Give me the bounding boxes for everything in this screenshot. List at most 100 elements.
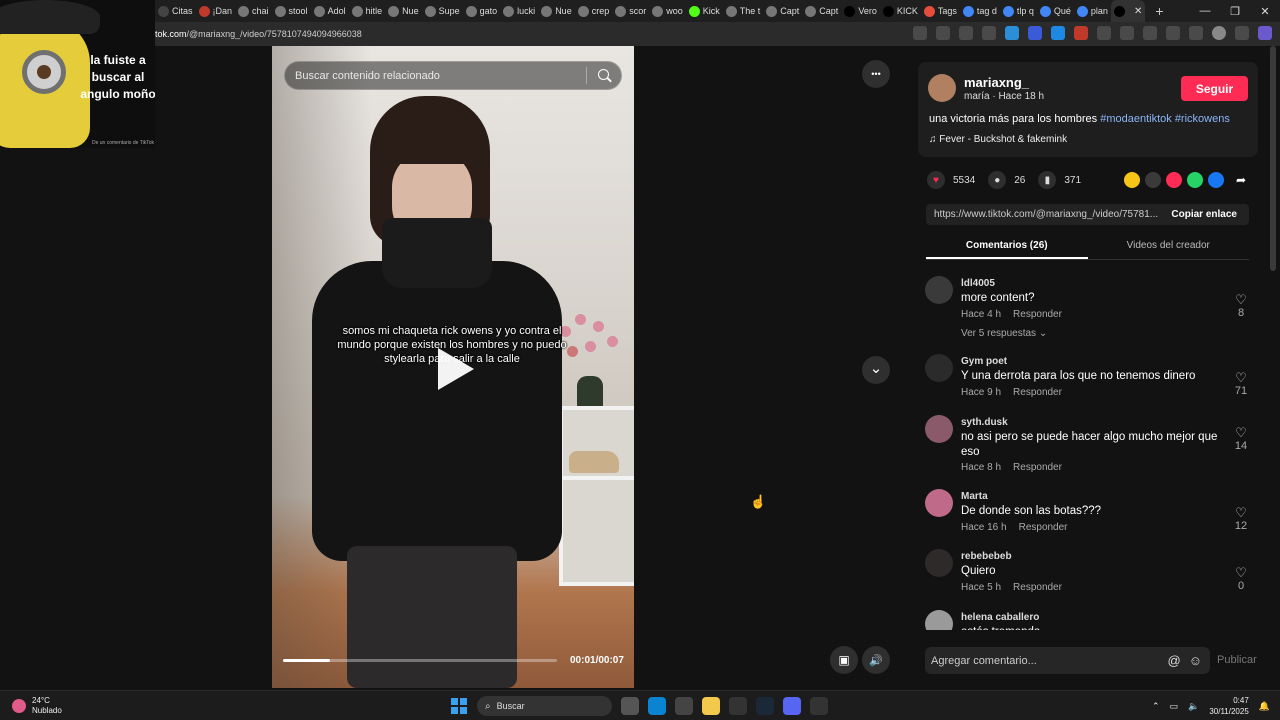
browser-tab[interactable]: ¡Dan xyxy=(196,0,236,22)
more-options-button[interactable]: ••• xyxy=(862,60,890,88)
favorites-icon[interactable] xyxy=(1166,26,1180,40)
commenter-avatar[interactable] xyxy=(925,489,953,517)
extension-icon[interactable] xyxy=(1051,26,1065,40)
volume-icon[interactable]: 🔈 xyxy=(1188,701,1199,712)
copy-link-button[interactable]: Copiar enlace xyxy=(1171,209,1249,220)
browser-tab[interactable]: The t xyxy=(723,0,764,22)
taskbar-search[interactable]: ⌕ Buscar xyxy=(477,696,612,716)
browser-tab[interactable]: Nue xyxy=(385,0,422,22)
url-text[interactable]: tok.com/@mariaxng_/video/757810749409496… xyxy=(155,29,362,39)
extension-icon[interactable] xyxy=(1005,26,1019,40)
extension-icon[interactable] xyxy=(1143,26,1157,40)
browser-tab[interactable]: plan xyxy=(1074,0,1111,22)
video-player[interactable]: somos mi chaqueta rick owens y yo contra… xyxy=(272,46,634,688)
music-link[interactable]: ♫ Fever - Buckshot & fakemink xyxy=(929,134,1067,145)
browser-tab[interactable]: gato xyxy=(463,0,501,22)
commenter-avatar[interactable] xyxy=(925,610,953,630)
share-option-icon[interactable] xyxy=(1124,172,1140,188)
commenter-name[interactable]: ldl4005 xyxy=(961,278,995,289)
tab-comments[interactable]: Comentarios (26) xyxy=(926,236,1088,259)
taskbar-app-icon[interactable] xyxy=(621,697,639,715)
network-icon[interactable]: ▭ xyxy=(1170,701,1179,712)
commenter-avatar[interactable] xyxy=(925,276,953,304)
zoom-icon[interactable] xyxy=(959,26,973,40)
browser-tab[interactable]: Adol xyxy=(311,0,349,22)
extension-icon[interactable] xyxy=(1097,26,1111,40)
active-browser-tab[interactable]: ✕ xyxy=(1110,0,1146,22)
profile-avatar[interactable] xyxy=(1212,26,1226,40)
browser-tab[interactable]: stool xyxy=(272,0,311,22)
save-button[interactable]: ▮ xyxy=(1038,171,1057,189)
picture-in-picture-button[interactable]: ▣ xyxy=(830,646,858,674)
browser-tab[interactable]: lucki xyxy=(500,0,538,22)
taskbar-app-icon[interactable] xyxy=(729,697,747,715)
panel-scrollbar[interactable] xyxy=(1270,46,1276,271)
address-bar[interactable]: tok.com/@mariaxng_/video/757810749409496… xyxy=(155,22,1280,46)
browser-tab[interactable]: chai xyxy=(235,0,272,22)
minimize-button[interactable]: — xyxy=(1190,5,1220,17)
reply-button[interactable]: Responder xyxy=(1013,387,1062,398)
clock[interactable]: 0:47 30/11/2025 xyxy=(1209,695,1248,717)
commenter-name[interactable]: rebebebeb xyxy=(961,551,1012,562)
commenter-name[interactable]: helena caballero xyxy=(961,612,1039,623)
browser-tab[interactable]: Qué xyxy=(1037,0,1074,22)
view-replies-button[interactable]: Ver 5 respuestas ⌄ xyxy=(961,328,1047,339)
commenter-avatar[interactable] xyxy=(925,549,953,577)
tab-creator-videos[interactable]: Videos del creador xyxy=(1088,236,1250,259)
share-option-icon[interactable] xyxy=(1187,172,1203,188)
browser-tab[interactable]: tag d xyxy=(960,0,1000,22)
comment-button[interactable]: ● xyxy=(988,171,1007,189)
browser-tab[interactable]: Nue xyxy=(538,0,575,22)
browser-tab[interactable]: Supe xyxy=(422,0,463,22)
comment-like-icon[interactable]: ♡ xyxy=(1234,370,1248,385)
related-search-placeholder[interactable]: Buscar contenido relacionado xyxy=(285,70,586,82)
comment-like-icon[interactable]: ♡ xyxy=(1234,292,1248,307)
share-option-icon[interactable] xyxy=(1166,172,1182,188)
browser-tab[interactable]: hitle xyxy=(349,0,386,22)
browser-tab[interactable]: Kick xyxy=(686,0,723,22)
notification-bell-icon[interactable]: 🔔 xyxy=(1259,701,1270,712)
extension-icon[interactable] xyxy=(1074,26,1088,40)
like-button[interactable]: ♥ xyxy=(927,171,945,189)
video-progress-bar[interactable] xyxy=(283,659,557,662)
reply-button[interactable]: Responder xyxy=(1013,462,1062,473)
browser-tab[interactable]: tlp q xyxy=(1000,0,1037,22)
menu-icon[interactable] xyxy=(1235,26,1249,40)
next-video-button[interactable]: ⌄ xyxy=(862,356,890,384)
puzzle-icon[interactable] xyxy=(1120,26,1134,40)
commenter-name[interactable]: syth.dusk xyxy=(961,417,1008,428)
chevron-up-icon[interactable]: ⌃ xyxy=(1152,701,1160,712)
publish-button[interactable]: Publicar xyxy=(1217,654,1257,666)
comment-like-icon[interactable]: ♡ xyxy=(1234,425,1248,440)
extension-icon[interactable] xyxy=(1028,26,1042,40)
collections-icon[interactable] xyxy=(1189,26,1203,40)
commenter-avatar[interactable] xyxy=(925,354,953,382)
comment-input[interactable]: Agregar comentario... @ ☺ xyxy=(925,647,1210,674)
bookmark-star-icon[interactable] xyxy=(982,26,996,40)
commenter-name[interactable]: Marta xyxy=(961,491,988,502)
taskbar-app-icon[interactable] xyxy=(783,697,801,715)
browser-tab[interactable]: Capt xyxy=(802,0,841,22)
close-window-button[interactable]: ✕ xyxy=(1250,5,1280,18)
commenter-name[interactable]: Gym poet xyxy=(961,356,1007,367)
follow-button[interactable]: Seguir xyxy=(1181,76,1248,101)
browser-tab[interactable]: KICK xyxy=(880,0,921,22)
hashtag-link[interactable]: #rickowens xyxy=(1175,113,1230,125)
taskbar-app-icon[interactable] xyxy=(756,697,774,715)
browser-tab[interactable]: woo xyxy=(649,0,686,22)
share-arrow-icon[interactable]: ➦ xyxy=(1236,173,1246,187)
browser-tab[interactable]: Capt xyxy=(763,0,802,22)
translate-icon[interactable] xyxy=(936,26,950,40)
comment-like-icon[interactable]: ♡ xyxy=(1234,505,1248,520)
volume-button[interactable]: 🔊 xyxy=(862,646,890,674)
related-search-input[interactable]: Buscar contenido relacionado xyxy=(284,61,622,90)
comment-like-icon[interactable]: ♡ xyxy=(1234,565,1248,580)
commenter-avatar[interactable] xyxy=(925,415,953,443)
copilot-icon[interactable] xyxy=(1258,26,1272,40)
emoji-icon[interactable]: ☺ xyxy=(1189,653,1202,668)
reply-button[interactable]: Responder xyxy=(1013,582,1062,593)
video-link[interactable]: https://www.tiktok.com/@mariaxng_/video/… xyxy=(926,209,1171,220)
share-option-icon[interactable] xyxy=(1208,172,1224,188)
reply-button[interactable]: Responder xyxy=(1013,309,1062,320)
browser-tab[interactable]: crep xyxy=(575,0,613,22)
